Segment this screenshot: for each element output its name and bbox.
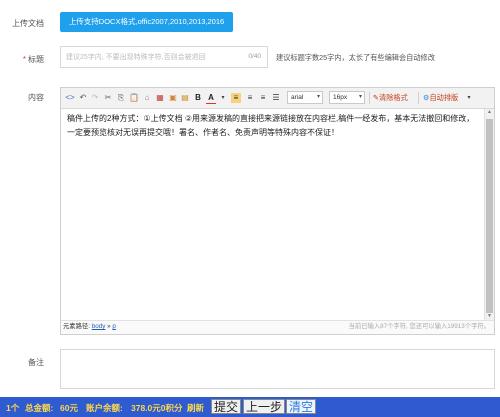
scroll-up-icon[interactable]: ▲ — [485, 109, 494, 117]
required-mark: * — [22, 55, 26, 64]
insert-media-icon[interactable]: ▤ — [180, 93, 190, 103]
align-right-icon[interactable]: ≡ — [258, 93, 268, 103]
clear-format-button[interactable]: ✎清除格式 — [373, 92, 408, 104]
total-amount-value: 60元 — [60, 403, 78, 413]
element-path: 元素路径: body » p — [63, 321, 116, 333]
previous-step-button[interactable]: 上一步 — [243, 399, 286, 414]
paste-icon[interactable]: 📋 — [129, 93, 139, 103]
content-label: 内容 — [28, 93, 44, 102]
rich-text-editor: <> ↶ ↷ ✂ ⎘ 📋 ⌂ ▦ ▣ ▤ B A ▾ ≡ ≡ ≡ ☰ arial… — [60, 87, 495, 335]
align-justify-icon[interactable]: ☰ — [271, 93, 281, 103]
element-path-p-link[interactable]: p — [112, 323, 116, 330]
auto-layout-button[interactable]: ⚙自动排版 — [423, 92, 458, 104]
format-painter-icon[interactable]: ⌂ — [142, 93, 152, 103]
scrollbar-thumb[interactable] — [486, 119, 493, 313]
refresh-link[interactable]: 刷新 — [187, 402, 204, 414]
font-size-select[interactable]: 16px ▾ — [329, 91, 365, 104]
item-count: 1个 — [6, 403, 20, 413]
source-code-icon[interactable]: <> — [65, 93, 75, 103]
submit-button[interactable]: 提交 — [211, 399, 242, 414]
element-path-body-link[interactable]: body — [92, 323, 106, 330]
chevron-down-icon: ▾ — [316, 94, 320, 100]
bold-icon[interactable]: B — [193, 93, 203, 103]
element-path-label: 元素路径: — [63, 323, 90, 330]
font-family-value: arial — [291, 94, 304, 101]
editor-statusbar: 元素路径: body » p 当前已输入87个字符, 您还可以输入19913个字… — [61, 320, 494, 334]
balance-label: 账户余额: — [86, 403, 123, 413]
title-label-text: 标题 — [28, 55, 44, 64]
element-path-separator: » — [107, 323, 111, 330]
editor-content[interactable]: 稿件上传的2种方式：①上传文档 ②用来源发稿的直接把来源链接放在内容栏,稿件一经… — [61, 109, 484, 321]
font-color-icon[interactable]: A — [206, 93, 216, 104]
title-input[interactable] — [61, 47, 246, 67]
chevron-down-icon: ▾ — [358, 94, 362, 100]
title-hint: 建议标题字数25字内，太长了有些编辑会自动修改 — [276, 53, 435, 62]
clear-button[interactable]: 清空 — [286, 399, 317, 414]
editor-scrollbar[interactable]: ▲ ▼ — [484, 109, 494, 321]
insert-image-icon[interactable]: ▣ — [168, 93, 178, 103]
redo-icon[interactable]: ↷ — [90, 93, 100, 103]
font-size-value: 16px — [333, 94, 348, 101]
auto-layout-dropdown-icon[interactable]: ▾ — [464, 93, 474, 103]
total-amount-label: 总金额: — [25, 403, 54, 413]
title-char-counter: 0/40 — [248, 53, 261, 60]
toolbar-divider — [418, 92, 419, 104]
insert-table-icon[interactable]: ▦ — [155, 93, 165, 103]
align-left-icon[interactable]: ≡ — [231, 93, 241, 103]
footer-bar: 1个 总金额: 60元 账户余额: 378.0元0积分 刷新 提交 上一步 清空 — [0, 397, 500, 417]
upload-label: 上传文档 — [12, 19, 44, 28]
clear-format-label: 清除格式 — [379, 93, 408, 102]
remark-textarea[interactable] — [60, 349, 495, 389]
title-label: * 标题 — [0, 54, 44, 65]
balance-value: 378.0元0积分 — [131, 403, 183, 413]
undo-icon[interactable]: ↶ — [78, 93, 88, 103]
cut-icon[interactable]: ✂ — [103, 93, 113, 103]
title-field: 0/40 — [60, 46, 268, 68]
align-center-icon[interactable]: ≡ — [245, 93, 255, 103]
editor-toolbar: <> ↶ ↷ ✂ ⎘ 📋 ⌂ ▦ ▣ ▤ B A ▾ ≡ ≡ ≡ ☰ arial… — [61, 88, 494, 109]
font-color-dropdown-icon[interactable]: ▾ — [218, 93, 228, 103]
toolbar-divider — [369, 92, 370, 104]
remark-label: 备注 — [28, 358, 44, 367]
font-family-select[interactable]: arial ▾ — [287, 91, 323, 104]
upload-document-button[interactable]: 上传支持DOCX格式,offic2007,2010,2013,2016 — [60, 12, 233, 32]
copy-icon[interactable]: ⎘ — [116, 93, 126, 103]
character-count: 当前已输入87个字符, 您还可以输入19913个字符。 — [348, 323, 490, 330]
auto-layout-label: 自动排版 — [429, 93, 459, 102]
